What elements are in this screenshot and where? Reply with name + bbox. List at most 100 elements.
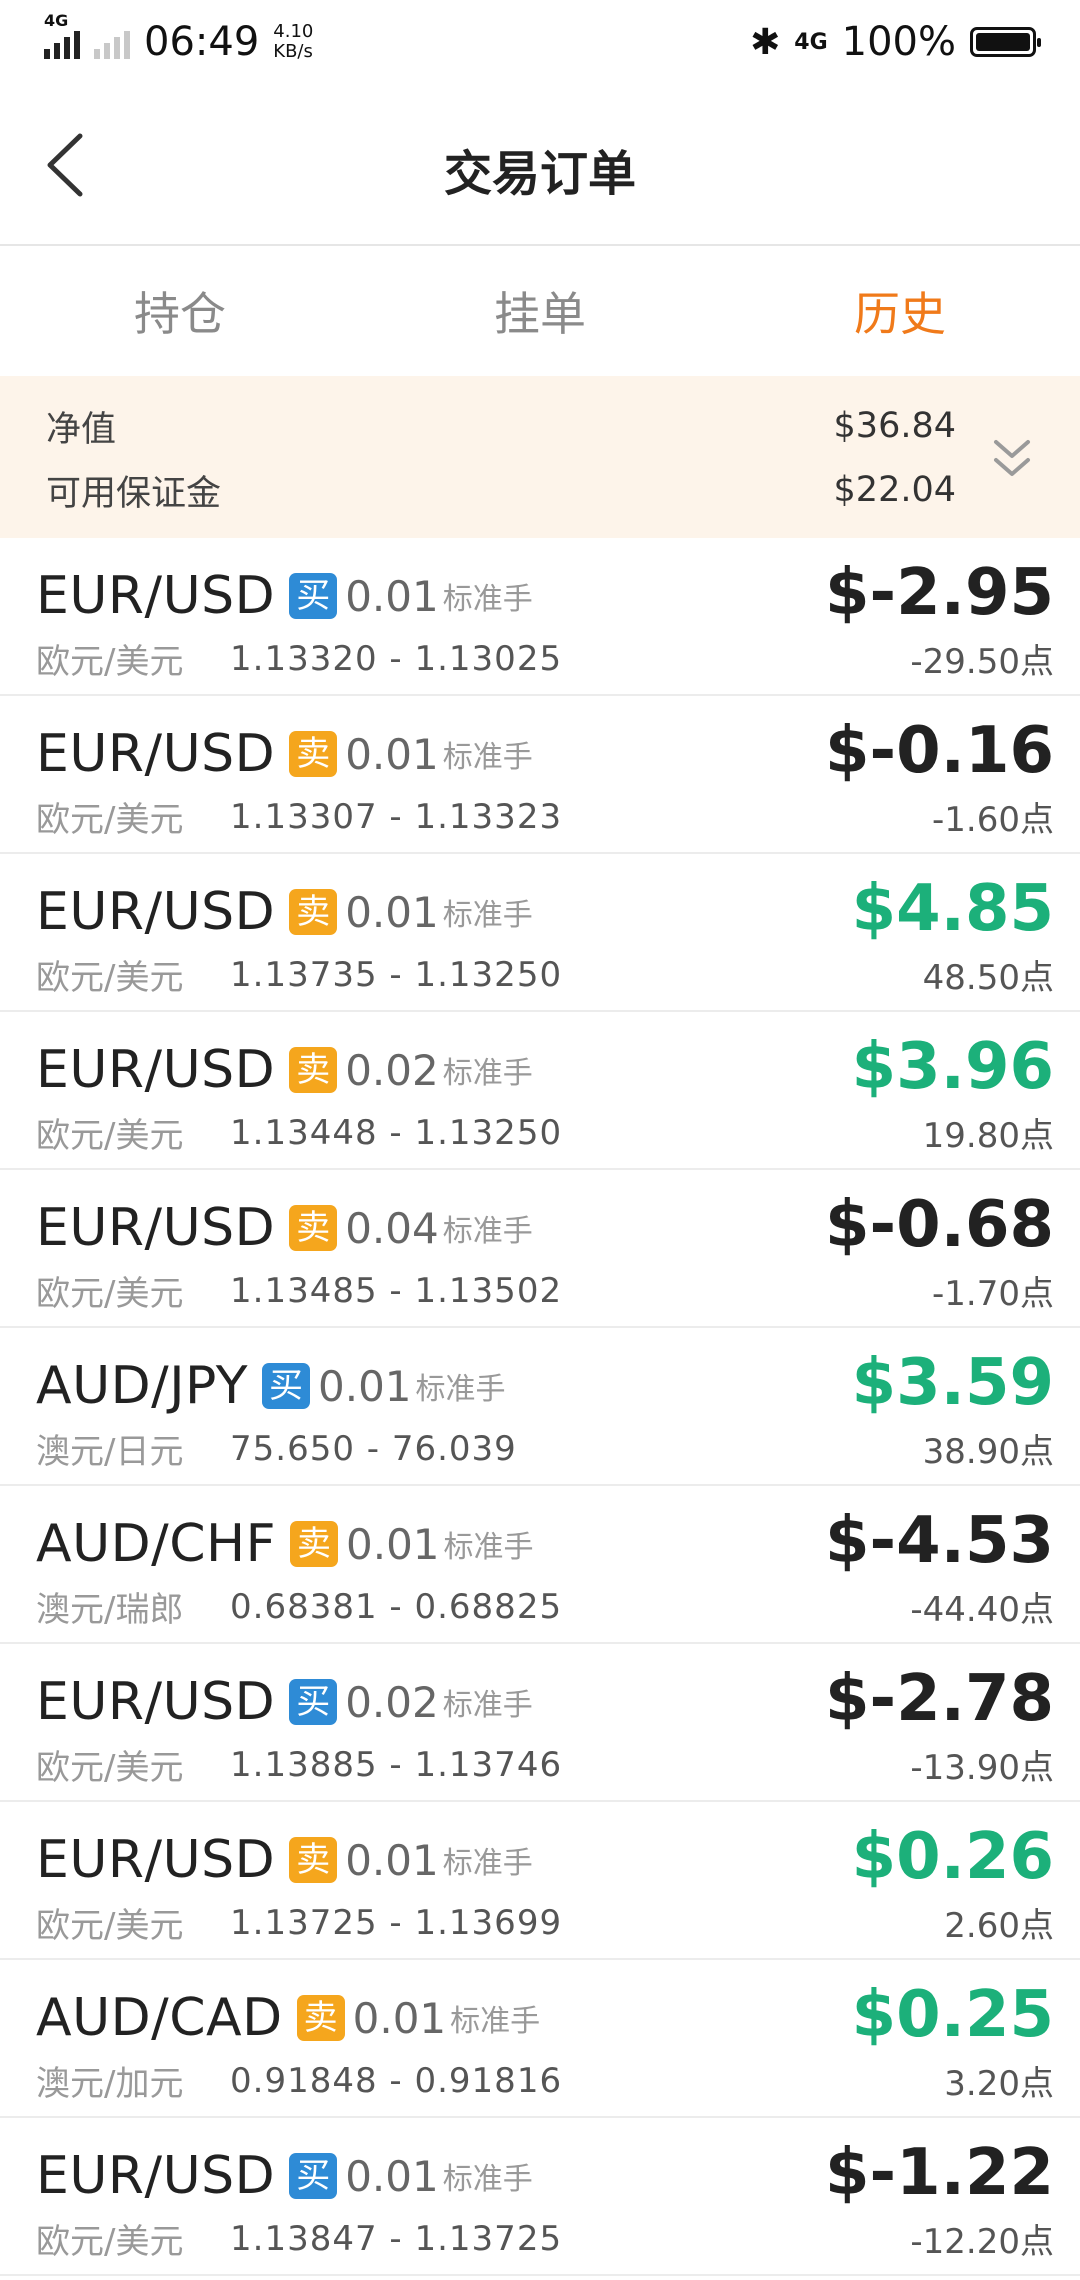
order-header: EUR/USD 卖 0.01 标准手 [36, 724, 533, 784]
order-points: 2.60点 [944, 1906, 1054, 1946]
order-symbol: EUR/USD [36, 566, 276, 626]
account-summary: 净值 $36.84 可用保证金 $22.04 [0, 376, 1080, 538]
order-prices: 0.91848 - 0.91816 [230, 2060, 563, 2101]
clock: 06:49 [144, 19, 260, 65]
order-pair-name: 欧元/美元 [36, 1906, 184, 1946]
order-lots: 0.01 [345, 2151, 439, 2201]
order-row[interactable]: EUR/USD 买 0.02 标准手 欧元/美元 1.13885 - 1.137… [0, 1644, 1080, 1802]
order-list: EUR/USD 买 0.01 标准手 欧元/美元 1.13320 - 1.130… [0, 538, 1080, 2276]
order-pnl: $0.25 [851, 1978, 1054, 2052]
tab-history[interactable]: 历史 [720, 278, 1080, 344]
order-points: 48.50点 [922, 958, 1054, 998]
order-header: EUR/USD 买 0.01 标准手 [36, 2146, 533, 2206]
order-lot-unit: 标准手 [442, 582, 533, 617]
margin-value: $22.04 [833, 470, 956, 510]
order-prices: 1.13485 - 1.13502 [230, 1270, 563, 1311]
order-row[interactable]: EUR/USD 卖 0.01 标准手 欧元/美元 1.13307 - 1.133… [0, 696, 1080, 854]
order-points: 38.90点 [922, 1432, 1054, 1472]
order-prices: 1.13847 - 1.13725 [230, 2218, 563, 2259]
order-pair-name: 欧元/美元 [36, 800, 184, 840]
order-lots: 0.01 [352, 1993, 447, 2043]
network-speed: 4.10 KB/s [273, 21, 314, 62]
order-symbol: AUD/JPY [36, 1356, 249, 1416]
order-points: 19.80点 [922, 1116, 1054, 1156]
order-row[interactable]: EUR/USD 卖 0.04 标准手 欧元/美元 1.13485 - 1.135… [0, 1170, 1080, 1328]
order-detail: 欧元/美元 1.13847 - 1.13725 [36, 2214, 562, 2263]
order-points: -13.90点 [910, 1748, 1054, 1788]
order-row[interactable]: AUD/JPY 买 0.01 标准手 澳元/日元 75.650 - 76.039… [0, 1328, 1080, 1486]
order-detail: 澳元/日元 75.650 - 76.039 [36, 1424, 517, 1473]
order-lot-unit: 标准手 [442, 1214, 533, 1249]
order-lots: 0.01 [346, 1519, 440, 1569]
order-detail: 欧元/美元 1.13307 - 1.13323 [36, 792, 562, 841]
order-header: EUR/USD 卖 0.01 标准手 [36, 882, 533, 942]
tab-positions[interactable]: 持仓 [0, 278, 360, 344]
order-prices: 1.13725 - 1.13699 [230, 1902, 563, 1943]
equity-value: $36.84 [833, 406, 956, 446]
order-lot-unit: 标准手 [450, 2004, 541, 2039]
order-pnl: $3.59 [851, 1346, 1054, 1420]
order-symbol: EUR/USD [36, 2146, 276, 2206]
order-detail: 欧元/美元 1.13725 - 1.13699 [36, 1898, 562, 1947]
order-symbol: EUR/USD [36, 1830, 276, 1890]
status-left: 4G 06:49 4.10 KB/s [44, 11, 314, 65]
signal-secondary-icon [94, 25, 130, 59]
bluetooth-icon: ✱ [750, 21, 781, 63]
status-right: ✱ 4G 100% [750, 19, 1041, 65]
order-lot-unit: 标准手 [442, 2162, 533, 2197]
order-points: -29.50点 [910, 642, 1054, 682]
equity-row: 净值 $36.84 [46, 394, 956, 458]
order-row[interactable]: EUR/USD 买 0.01 标准手 欧元/美元 1.13847 - 1.137… [0, 2118, 1080, 2276]
order-pair-name: 欧元/美元 [36, 642, 184, 682]
order-side-badge: 卖 [289, 731, 338, 777]
order-pair-name: 欧元/美元 [36, 1116, 184, 1156]
order-pair-name: 澳元/加元 [36, 2064, 184, 2104]
margin-label: 可用保证金 [46, 473, 222, 514]
order-header: AUD/CAD 卖 0.01 标准手 [36, 1988, 540, 2048]
order-side-badge: 卖 [290, 1521, 339, 1567]
order-side-badge: 买 [289, 1679, 338, 1725]
order-row[interactable]: EUR/USD 卖 0.02 标准手 欧元/美元 1.13448 - 1.132… [0, 1012, 1080, 1170]
order-detail: 欧元/美元 1.13735 - 1.13250 [36, 950, 562, 999]
tab-pending[interactable]: 挂单 [360, 278, 720, 344]
order-pnl: $-1.22 [825, 2136, 1054, 2210]
tab-bar: 持仓 挂单 历史 [0, 246, 1080, 376]
order-pnl: $-4.53 [825, 1504, 1054, 1578]
order-pair-name: 澳元/日元 [36, 1432, 184, 1472]
expand-chevron-icon[interactable] [990, 436, 1034, 484]
order-row[interactable]: AUD/CHF 卖 0.01 标准手 澳元/瑞郎 0.68381 - 0.688… [0, 1486, 1080, 1644]
margin-row: 可用保证金 $22.04 [46, 458, 956, 522]
order-pnl: $3.96 [851, 1030, 1054, 1104]
order-side-badge: 买 [289, 2153, 338, 2199]
order-row[interactable]: EUR/USD 卖 0.01 标准手 欧元/美元 1.13725 - 1.136… [0, 1802, 1080, 1960]
order-pnl: $-2.78 [825, 1662, 1054, 1736]
battery-percent: 100% [841, 19, 956, 65]
order-points: 3.20点 [944, 2064, 1054, 2104]
order-symbol: EUR/USD [36, 1198, 276, 1258]
status-bar: 4G 06:49 4.10 KB/s ✱ 4G 100% [0, 0, 1080, 84]
order-lot-unit: 标准手 [442, 1056, 533, 1091]
order-prices: 0.68381 - 0.68825 [230, 1586, 563, 1627]
order-detail: 澳元/瑞郎 0.68381 - 0.68825 [36, 1582, 562, 1631]
order-row[interactable]: EUR/USD 卖 0.01 标准手 欧元/美元 1.13735 - 1.132… [0, 854, 1080, 1012]
order-lots: 0.02 [345, 1677, 439, 1727]
order-detail: 欧元/美元 1.13320 - 1.13025 [36, 634, 562, 683]
order-pnl: $-2.95 [825, 556, 1054, 630]
order-points: -44.40点 [910, 1590, 1054, 1630]
order-side-badge: 买 [289, 573, 338, 619]
order-pair-name: 澳元/瑞郎 [36, 1590, 184, 1630]
order-row[interactable]: EUR/USD 买 0.01 标准手 欧元/美元 1.13320 - 1.130… [0, 538, 1080, 696]
order-row[interactable]: AUD/CAD 卖 0.01 标准手 澳元/加元 0.91848 - 0.918… [0, 1960, 1080, 2118]
order-lots: 0.01 [345, 887, 439, 937]
equity-label: 净值 [46, 409, 117, 450]
order-detail: 澳元/加元 0.91848 - 0.91816 [36, 2056, 562, 2105]
order-pnl: $-0.68 [825, 1188, 1054, 1262]
order-header: EUR/USD 买 0.02 标准手 [36, 1672, 533, 1732]
order-points: -1.60点 [932, 800, 1054, 840]
order-header: EUR/USD 买 0.01 标准手 [36, 566, 533, 626]
page-title: 交易订单 [443, 146, 636, 202]
order-lot-unit: 标准手 [442, 898, 533, 933]
order-pnl: $-0.16 [825, 714, 1054, 788]
order-lot-unit: 标准手 [442, 740, 533, 775]
order-symbol: AUD/CHF [36, 1514, 277, 1574]
